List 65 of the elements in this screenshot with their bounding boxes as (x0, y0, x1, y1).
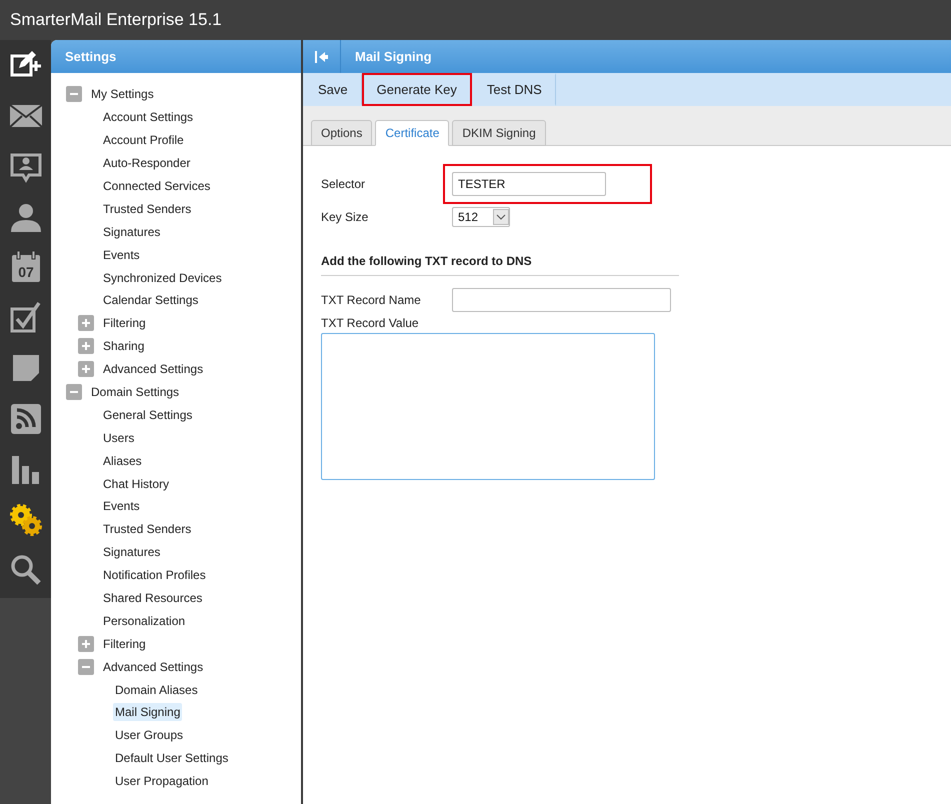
tab[interactable]: DKIM Signing (452, 120, 546, 146)
panel-title: Settings (64, 49, 116, 64)
expand-toggle[interactable] (78, 338, 94, 354)
field-label: Selector (321, 177, 366, 191)
field-label: TXT Record Name (321, 293, 422, 307)
collapse-toggle[interactable] (66, 86, 82, 102)
tree-item[interactable]: User Propagation (113, 772, 210, 790)
tree-item[interactable]: Domain Settings (89, 383, 182, 402)
tree-item[interactable]: Account Settings (101, 108, 196, 126)
tree-item[interactable]: Chat History (101, 474, 172, 493)
gears-icon (8, 502, 42, 537)
tree-item[interactable]: Notification Profiles (101, 566, 208, 584)
chevron-down-icon (493, 209, 509, 225)
txt-record-name-field[interactable] (452, 288, 671, 312)
tree-item[interactable]: General Settings (101, 406, 194, 424)
checkbox-icon (8, 300, 42, 335)
collapse-toggle[interactable] (78, 658, 94, 675)
rss-icon (8, 402, 42, 436)
tree-item[interactable]: Synchronized Devices (101, 268, 224, 287)
collapse-toggle[interactable] (66, 384, 82, 400)
app-title: SmarterMail Enterprise 15.1 (10, 10, 222, 30)
tree-item[interactable]: Calendar Settings (101, 291, 200, 310)
tree-item[interactable]: Mail Signing (113, 703, 182, 722)
tree-item[interactable]: Users (101, 428, 136, 447)
plus-icon (81, 341, 91, 352)
tree-item[interactable]: Connected Services (101, 177, 212, 195)
expand-toggle[interactable] (78, 636, 94, 652)
tree-item[interactable]: User Groups (113, 726, 186, 744)
expand-toggle[interactable] (78, 361, 94, 378)
txt-record-value-field[interactable] (321, 333, 655, 480)
tree-item[interactable]: Advanced Settings (101, 360, 206, 378)
tree-item[interactable]: Shared Resources (101, 589, 204, 608)
tree-item[interactable]: Sharing (101, 337, 146, 356)
field-label: Key Size (321, 210, 370, 224)
field-label: TXT Record Value (321, 316, 419, 330)
tree-item[interactable]: Trusted Senders (101, 200, 194, 218)
tree-item[interactable]: My Settings (89, 85, 156, 104)
toolbar-button[interactable]: Generate Key (362, 73, 472, 106)
tab[interactable]: Certificate (375, 120, 450, 146)
back-arrow-icon (314, 50, 328, 64)
tab[interactable]: Options (311, 120, 372, 146)
key-size-select[interactable]: 512 (452, 207, 510, 227)
nav-button[interactable]: 07 (0, 242, 51, 292)
plus-icon (81, 364, 91, 374)
section-heading: Add the following TXT record to DNS (321, 254, 679, 276)
tree-item[interactable]: Filtering (101, 634, 148, 653)
tree-item[interactable]: Advanced Settings (101, 658, 206, 676)
tree-item[interactable]: Aliases (101, 452, 144, 470)
tree-item[interactable]: Personalization (101, 612, 188, 630)
tree-item[interactable]: Domain Aliases (113, 680, 200, 699)
tree-item[interactable]: Signatures (101, 222, 162, 241)
tree-item[interactable]: Default User Settings (113, 749, 230, 768)
plus-icon (81, 318, 91, 328)
tree-item[interactable]: Auto-Responder (101, 154, 192, 172)
plus-icon (81, 638, 91, 649)
search-icon (8, 553, 42, 588)
tree-item[interactable]: Filtering (101, 314, 148, 332)
tree-item[interactable]: Events (101, 246, 142, 264)
page-title: Mail Signing (354, 49, 432, 64)
tree-item[interactable]: Events (101, 497, 142, 516)
tree-item[interactable]: Signatures (101, 543, 162, 562)
expand-toggle[interactable] (78, 315, 94, 332)
tree-item[interactable]: Account Profile (101, 131, 186, 150)
selector-field[interactable]: TESTER (452, 172, 606, 196)
tree-item[interactable]: Trusted Senders (101, 520, 194, 538)
